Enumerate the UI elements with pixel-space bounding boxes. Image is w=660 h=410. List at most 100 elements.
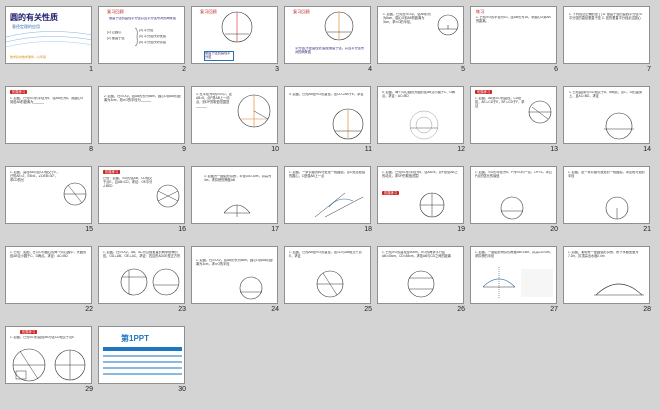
slide-thumbnail-16[interactable]: 拓展练习 已知：如图，⊙O的弦AB、CD相交于点E，且AB=CD，求证：OE平分… xyxy=(98,166,185,224)
slide-item: (5) 平分弦所对劣弧 xyxy=(139,41,167,44)
slide-title: 复习回顾 xyxy=(200,9,217,14)
brand-logo: 第1PPT xyxy=(121,334,150,343)
slide-number: 3 xyxy=(275,66,279,73)
slide-text: 3. 在半径为5的⊙O中，弦AB=8，点P是AB上一动点，则OP的取值范围是__… xyxy=(196,93,232,108)
banner-bar xyxy=(103,367,182,369)
slide-item: (4) 平分弦所对优弧 xyxy=(139,35,167,38)
circle-diagram-icon xyxy=(604,112,634,140)
arch-bridge-icon xyxy=(223,204,251,217)
slide-thumbnail-13[interactable]: 拓展练习 1. 如图，AB是⊙O的直径，CD是弦，AE⊥CD于E，BF⊥CD于F… xyxy=(470,86,557,144)
slide-tag: 拓展练习 xyxy=(20,330,38,334)
slide-text: 2. 如图，在⊙O中，弦AB的长为8cm，圆心O到AB的距离为3cm，则⊙O的半… xyxy=(104,95,181,102)
circle-diagram-icon xyxy=(239,276,263,300)
slide-thumbnail-10[interactable]: 3. 在半径为5的⊙O中，弦AB=8，点P是AB上一动点，则OP的取值范围是__… xyxy=(191,86,278,144)
slide-number: 4 xyxy=(368,66,372,73)
slide-text: 1. 下列说法正确的是 ( ) A. 垂直于弦的直线平分弦 B. 平分弦的直径垂… xyxy=(569,13,643,20)
slide-text: 1. 如图，已知AB是⊙O的直径，弦CD与AB相交于点E，求证 xyxy=(289,251,362,258)
slide-number: 6 xyxy=(554,66,558,73)
circle-diagram-icon xyxy=(407,270,435,298)
slide-thumbnail-29[interactable]: 拓展练习 1. 如图，已知⊙O的直径AB与弦CD相交于点E xyxy=(5,326,92,384)
slide-number: 20 xyxy=(550,226,558,233)
slide-number: 26 xyxy=(457,306,465,313)
circle-diagram-icon xyxy=(237,94,271,128)
circle-diagram-icon xyxy=(54,349,86,381)
slide-thumbnail-28[interactable]: 1. 如图，某地有一座圆弧形拱桥，桥下水面宽度为7.2m，拱顶高出水面2.4m xyxy=(563,246,650,304)
slide-sorter-grid: 圆的有关性质 垂径定理的应用 数学初中数学课件—九年级 1 复习回顾 垂直于弦的… xyxy=(0,0,660,410)
slide-thumbnail-26[interactable]: 1. 已知⊙O的直径是50cm，⊙O的两条平行弦AB=40cm，CD=48cm，… xyxy=(377,246,464,304)
slide-number: 9 xyxy=(182,146,186,153)
slide-thumbnail-6[interactable]: 练习 1. 已知⊙O的半径为10，弦AB长为16，求圆心O到AB的距离。 xyxy=(470,6,557,64)
slide-thumbnail-7[interactable]: 1. 下列说法正确的是 ( ) A. 垂直于弦的直线平分弦 B. 平分弦的直径垂… xyxy=(563,6,650,64)
circle-diagram-icon xyxy=(221,11,253,43)
slide-text: 垂直于弦的直径平分弦并且平分弦所对的两条弧 xyxy=(109,17,176,20)
slide-title: 复习回顾 xyxy=(293,9,310,14)
arch-diagram-icon xyxy=(482,267,516,299)
slide-text: 3. 如图为一圆弧形拱桥，半径OA=10m，拱高为4m，求拱桥的跨度AB xyxy=(204,175,272,182)
banner-bar xyxy=(103,373,182,375)
slide-thumbnail-21[interactable]: 1. 如图，是一条公路弯道处的一段圆弧，求这段弯道的半径 xyxy=(563,166,650,224)
slide-thumbnail-4[interactable]: 复习回顾 平分弦(不是直径)的直径垂直于弦，并且平分弦所对的两条弧 xyxy=(284,6,371,64)
slide-thumbnail-1[interactable]: 圆的有关性质 垂径定理的应用 数学初中数学课件—九年级 xyxy=(5,6,92,64)
slide-thumbnail-20[interactable]: 1. 如图，⊙O的半径为5，P为⊙O内一点，OP=3，求过P点的弦长的最值 xyxy=(470,166,557,224)
slide-thumbnail-22[interactable]: 1. 已知：如图，在以O为圆心的两个同心圆中，大圆的弦AB交小圆于C、D两点。求… xyxy=(5,246,92,304)
slide-thumbnail-18[interactable]: 1. 如图，一条公路的转弯处是一段圆弧，点O是这段弧的圆心，C是弧AB上一点 xyxy=(284,166,371,224)
slide-number: 24 xyxy=(271,306,279,313)
slide-thumbnail-9[interactable]: 2. 如图，在⊙O中，弦AB的长为8cm，圆心O到AB的距离为3cm，则⊙O的半… xyxy=(98,86,185,144)
slide-text: 1. 如图，已知⊙O的半径为5，弦AB长为8，则圆心O到弦AB的距离为_____… xyxy=(10,97,84,104)
circle-diagram-icon xyxy=(500,196,524,220)
slide-number: 16 xyxy=(178,226,186,233)
slide-thumbnail-30[interactable]: 第1PPT xyxy=(98,326,185,384)
slide-text: 1. 如图，直径AB与弦CD相交于E，已知AE=2，EB=6，∠DEB=30°，… xyxy=(10,171,60,182)
slide-number: 28 xyxy=(643,306,651,313)
slide-thumbnail-27[interactable]: 1. 如图，一圆弧形桥拱的跨度AB=16m，拱高CD=4m，求拱桥的半径 xyxy=(470,246,557,304)
slide-text: 1. 已知：如图，在以O为圆心的两个同心圆中，大圆的弦AB交小圆于C、D两点。求… xyxy=(10,251,87,258)
slide-tag: 拓展练习 xyxy=(10,90,28,94)
slide-thumbnail-19[interactable]: 1. 如图，已知⊙O的半径为5，弦AB=8，点P是弦AB上的动点，求OP的取值范… xyxy=(377,166,464,224)
slide-thumbnail-15[interactable]: 1. 如图，直径AB与弦CD相交于E，已知AE=2，EB=6，∠DEB=30°，… xyxy=(5,166,92,224)
slide-text: 平分弦(不是直径)的直径垂直于弦，并且平分弦所对的两条弧 xyxy=(295,47,365,54)
slide-text: 1. 如图，⊙O的半径为5，P为⊙O内一点，OP=3，求过P点的弦长的最值 xyxy=(475,171,552,178)
slide-thumbnail-23[interactable]: 1. 如图，在⊙O中，AB、AC为互相垂直的两条相等的弦，OD⊥AB，OE⊥AC… xyxy=(98,246,185,304)
slide-text: 已知：如图，⊙O的弦AB、CD相交于点E，且AB=CD，求证：OE平分∠BED xyxy=(103,177,153,188)
banner-bar xyxy=(103,361,182,363)
slide-number: 29 xyxy=(85,386,93,393)
slide-thumbnail-8[interactable]: 拓展练习 1. 如图，已知⊙O的半径为5，弦AB长为8，则圆心O到弦AB的距离为… xyxy=(5,86,92,144)
slide-text: 1. 如图，某地有一座圆弧形拱桥，桥下水面宽度为7.2m，拱顶高出水面2.4m xyxy=(568,251,639,258)
concentric-circles-icon xyxy=(409,110,439,140)
slide-thumbnail-14[interactable]: 1. 已知直线l与⊙O相交于A、B两点，点C、D在直线l上，且AC=BD，求证 xyxy=(563,86,650,144)
circle-diagram-icon xyxy=(316,270,344,298)
slide-number: 23 xyxy=(178,306,186,313)
slide-number: 19 xyxy=(457,226,465,233)
slide-thumbnail-2[interactable]: 复习回顾 垂直于弦的直径平分弦并且平分弦所对的两条弧 (1) 过圆心 (2) 垂… xyxy=(98,6,185,64)
slide-title: 练习 xyxy=(476,9,485,14)
slide-number: 5 xyxy=(461,66,465,73)
slide-number: 14 xyxy=(643,146,651,153)
slide-number: 21 xyxy=(643,226,651,233)
slide-number: 8 xyxy=(89,146,93,153)
slide-number: 25 xyxy=(364,306,372,313)
slide-thumbnail-12[interactable]: 5. 如图，两个同心圆的大圆的弦AB交小圆于C、D两点，求证：AC=BD xyxy=(377,86,464,144)
slide-text: 1. 如图，一圆弧形桥拱的跨度AB=16m，拱高CD=4m，求拱桥的半径 xyxy=(475,251,553,258)
slide-thumbnail-5[interactable]: 1. 如图，已知在⊙O中，弦AB的长为8cm，圆心O到AB的距离为3cm，求⊙O… xyxy=(377,6,464,64)
banner-bar xyxy=(103,347,182,351)
slide-text: 5. 如图，两个同心圆的大圆的弦AB交小圆于C、D两点，求证：AC=BD xyxy=(382,91,455,98)
slide-text: 1. 已知⊙O的半径为10，弦AB长为16，求圆心O到AB的距离。 xyxy=(476,16,551,23)
slide-item: (1) 过圆心 xyxy=(107,31,122,34)
slide-number: 13 xyxy=(550,146,558,153)
slide-thumbnail-11[interactable]: 4. 如图，已知AB是⊙O的直径，弦CD⊥AB于E，求证 xyxy=(284,86,371,144)
slide-thumbnail-17[interactable]: 3. 如图为一圆弧形拱桥，半径OA=10m，拱高为4m，求拱桥的跨度AB xyxy=(191,166,278,224)
slide-thumbnail-24[interactable]: 1. 如图，在⊙O中，弦AB的长为8cm，圆心O到AB的距离为3cm，求⊙O的半… xyxy=(191,246,278,304)
slide-thumbnail-3[interactable]: 复习回顾 垂直于弦的直径平分弦 xyxy=(191,6,278,64)
slide-tag: 拓展练习 xyxy=(103,170,121,174)
slide-number: 22 xyxy=(85,306,93,313)
circle-diagram-icon xyxy=(419,192,445,218)
circle-diagram-icon xyxy=(152,268,180,296)
slide-thumbnail-25[interactable]: 1. 如图，已知AB是⊙O的直径，弦CD与AB相交于点E，求证 xyxy=(284,246,371,304)
slide-text: 1. 如图，已知在⊙O中，弦AB的长为8cm，圆心O到AB的距离为3cm，求⊙O… xyxy=(383,13,431,24)
circle-diagram-icon xyxy=(605,196,629,220)
circle-diagram-icon xyxy=(156,184,180,208)
slide-number: 12 xyxy=(457,146,465,153)
slide-number: 2 xyxy=(182,66,186,73)
slide-text: 1. 如图，AB是⊙O的直径，CD是弦，AE⊥CD于E，BF⊥CD于F，求证 xyxy=(475,97,525,108)
slide-text: 1. 如图，已知⊙O的直径AB与弦CD相交于点E xyxy=(10,336,75,339)
